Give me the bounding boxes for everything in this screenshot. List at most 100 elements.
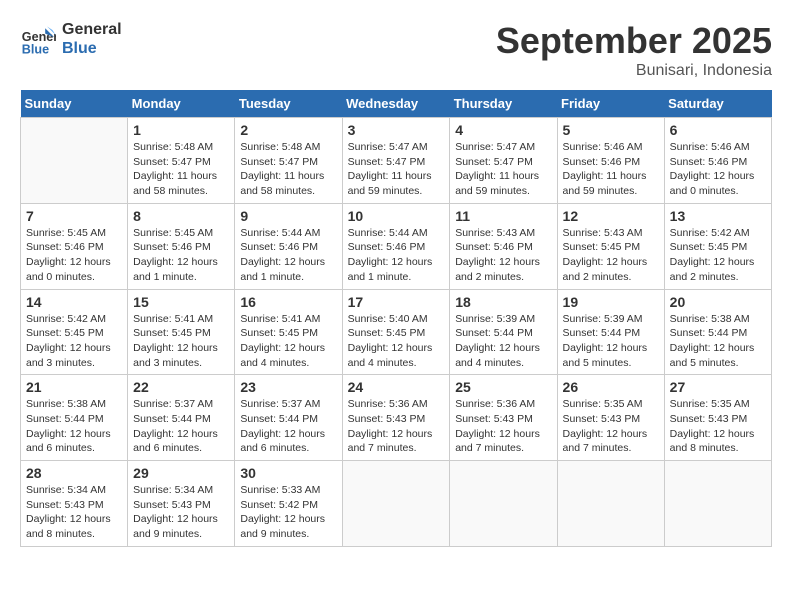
day-info: Sunrise: 5:33 AM Sunset: 5:42 PM Dayligh… xyxy=(240,483,336,542)
day-number: 10 xyxy=(348,208,445,224)
calendar-cell: 29 Sunrise: 5:34 AM Sunset: 5:43 PM Dayli… xyxy=(128,461,235,547)
location: Bunisari, Indonesia xyxy=(496,62,772,80)
calendar-cell: 25 Sunrise: 5:36 AM Sunset: 5:43 PM Dayli… xyxy=(450,375,557,461)
day-info: Sunrise: 5:46 AM Sunset: 5:46 PM Dayligh… xyxy=(670,140,766,199)
day-number: 17 xyxy=(348,294,445,310)
day-info: Sunrise: 5:44 AM Sunset: 5:46 PM Dayligh… xyxy=(240,226,336,285)
day-info: Sunrise: 5:34 AM Sunset: 5:43 PM Dayligh… xyxy=(26,483,122,542)
day-number: 2 xyxy=(240,122,336,138)
calendar-cell: 13Sunrise: 5:42 AM Sunset: 5:45 PM Dayli… xyxy=(664,203,771,289)
header-row: SundayMondayTuesdayWednesdayThursdayFrid… xyxy=(21,90,772,118)
calendar-cell: 19 Sunrise: 5:39 AM Sunset: 5:44 PM Dayli… xyxy=(557,289,664,375)
day-info: Sunrise: 5:48 AM Sunset: 5:47 PM Dayligh… xyxy=(133,140,229,199)
calendar-cell: 7 Sunrise: 5:45 AM Sunset: 5:46 PM Daylig… xyxy=(21,203,128,289)
day-number: 14 xyxy=(26,294,122,310)
day-number: 20 xyxy=(670,294,766,310)
calendar-cell: 11 Sunrise: 5:43 AM Sunset: 5:46 PM Dayli… xyxy=(450,203,557,289)
day-number: 4 xyxy=(455,122,551,138)
day-number: 13 xyxy=(670,208,766,224)
day-number: 23 xyxy=(240,379,336,395)
calendar-cell: 16 Sunrise: 5:41 AM Sunset: 5:45 PM Dayli… xyxy=(235,289,342,375)
day-number: 1 xyxy=(133,122,229,138)
header-sunday: Sunday xyxy=(21,90,128,118)
day-number: 11 xyxy=(455,208,551,224)
day-info: Sunrise: 5:36 AM Sunset: 5:43 PM Dayligh… xyxy=(348,397,445,456)
week-row-2: 14 Sunrise: 5:42 AM Sunset: 5:45 PM Dayli… xyxy=(21,289,772,375)
day-number: 21 xyxy=(26,379,122,395)
day-number: 5 xyxy=(563,122,659,138)
calendar-cell: 12Sunrise: 5:43 AM Sunset: 5:45 PM Dayli… xyxy=(557,203,664,289)
day-info: Sunrise: 5:39 AM Sunset: 5:44 PM Dayligh… xyxy=(455,312,551,371)
day-number: 30 xyxy=(240,465,336,481)
calendar-cell: 20 Sunrise: 5:38 AM Sunset: 5:44 PM Dayli… xyxy=(664,289,771,375)
logo-blue: Blue xyxy=(62,39,122,58)
header-wednesday: Wednesday xyxy=(342,90,450,118)
calendar-cell: 6 Sunrise: 5:46 AM Sunset: 5:46 PM Daylig… xyxy=(664,118,771,204)
page-header: General Blue General Blue September 2025… xyxy=(20,20,772,80)
day-info: Sunrise: 5:48 AM Sunset: 5:47 PM Dayligh… xyxy=(240,140,336,199)
calendar-cell: 5 Sunrise: 5:46 AM Sunset: 5:46 PM Daylig… xyxy=(557,118,664,204)
day-info: Sunrise: 5:41 AM Sunset: 5:45 PM Dayligh… xyxy=(133,312,229,371)
day-number: 9 xyxy=(240,208,336,224)
calendar-cell xyxy=(664,461,771,547)
day-info: Sunrise: 5:46 AM Sunset: 5:46 PM Dayligh… xyxy=(563,140,659,199)
day-info: Sunrise: 5:41 AM Sunset: 5:45 PM Dayligh… xyxy=(240,312,336,371)
week-row-1: 7 Sunrise: 5:45 AM Sunset: 5:46 PM Daylig… xyxy=(21,203,772,289)
calendar-cell: 9 Sunrise: 5:44 AM Sunset: 5:46 PM Daylig… xyxy=(235,203,342,289)
header-monday: Monday xyxy=(128,90,235,118)
svg-text:Blue: Blue xyxy=(22,43,49,57)
day-info: Sunrise: 5:35 AM Sunset: 5:43 PM Dayligh… xyxy=(670,397,766,456)
day-number: 26 xyxy=(563,379,659,395)
logo-icon: General Blue xyxy=(20,21,56,57)
day-info: Sunrise: 5:38 AM Sunset: 5:44 PM Dayligh… xyxy=(26,397,122,456)
day-info: Sunrise: 5:34 AM Sunset: 5:43 PM Dayligh… xyxy=(133,483,229,542)
calendar-cell: 4 Sunrise: 5:47 AM Sunset: 5:47 PM Daylig… xyxy=(450,118,557,204)
calendar-cell: 26 Sunrise: 5:35 AM Sunset: 5:43 PM Dayli… xyxy=(557,375,664,461)
day-info: Sunrise: 5:39 AM Sunset: 5:44 PM Dayligh… xyxy=(563,312,659,371)
week-row-0: 1 Sunrise: 5:48 AM Sunset: 5:47 PM Daylig… xyxy=(21,118,772,204)
calendar-cell xyxy=(450,461,557,547)
logo: General Blue General Blue xyxy=(20,20,122,58)
calendar-cell: 1 Sunrise: 5:48 AM Sunset: 5:47 PM Daylig… xyxy=(128,118,235,204)
calendar-cell: 24 Sunrise: 5:36 AM Sunset: 5:43 PM Dayli… xyxy=(342,375,450,461)
calendar-cell: 28 Sunrise: 5:34 AM Sunset: 5:43 PM Dayli… xyxy=(21,461,128,547)
day-number: 27 xyxy=(670,379,766,395)
week-row-4: 28 Sunrise: 5:34 AM Sunset: 5:43 PM Dayli… xyxy=(21,461,772,547)
day-info: Sunrise: 5:40 AM Sunset: 5:45 PM Dayligh… xyxy=(348,312,445,371)
day-number: 3 xyxy=(348,122,445,138)
day-number: 18 xyxy=(455,294,551,310)
day-number: 28 xyxy=(26,465,122,481)
header-thursday: Thursday xyxy=(450,90,557,118)
day-info: Sunrise: 5:42 AM Sunset: 5:45 PM Dayligh… xyxy=(26,312,122,371)
month-title: September 2025 xyxy=(496,20,772,62)
calendar-cell: 27 Sunrise: 5:35 AM Sunset: 5:43 PM Dayli… xyxy=(664,375,771,461)
calendar-cell xyxy=(21,118,128,204)
day-number: 7 xyxy=(26,208,122,224)
calendar-cell: 30 Sunrise: 5:33 AM Sunset: 5:42 PM Dayli… xyxy=(235,461,342,547)
day-info: Sunrise: 5:47 AM Sunset: 5:47 PM Dayligh… xyxy=(455,140,551,199)
day-info: Sunrise: 5:43 AM Sunset: 5:46 PM Dayligh… xyxy=(455,226,551,285)
day-number: 6 xyxy=(670,122,766,138)
day-number: 29 xyxy=(133,465,229,481)
day-info: Sunrise: 5:36 AM Sunset: 5:43 PM Dayligh… xyxy=(455,397,551,456)
calendar-cell: 8Sunrise: 5:45 AM Sunset: 5:46 PM Daylig… xyxy=(128,203,235,289)
day-number: 24 xyxy=(348,379,445,395)
week-row-3: 21 Sunrise: 5:38 AM Sunset: 5:44 PM Dayli… xyxy=(21,375,772,461)
day-info: Sunrise: 5:44 AM Sunset: 5:46 PM Dayligh… xyxy=(348,226,445,285)
day-number: 16 xyxy=(240,294,336,310)
day-info: Sunrise: 5:38 AM Sunset: 5:44 PM Dayligh… xyxy=(670,312,766,371)
calendar-cell: 15 Sunrise: 5:41 AM Sunset: 5:45 PM Dayli… xyxy=(128,289,235,375)
calendar-cell: 3 Sunrise: 5:47 AM Sunset: 5:47 PM Daylig… xyxy=(342,118,450,204)
calendar-cell: 21 Sunrise: 5:38 AM Sunset: 5:44 PM Dayli… xyxy=(21,375,128,461)
calendar-cell: 22Sunrise: 5:37 AM Sunset: 5:44 PM Dayli… xyxy=(128,375,235,461)
day-number: 19 xyxy=(563,294,659,310)
day-info: Sunrise: 5:45 AM Sunset: 5:46 PM Dayligh… xyxy=(26,226,122,285)
calendar-cell: 10 Sunrise: 5:44 AM Sunset: 5:46 PM Dayli… xyxy=(342,203,450,289)
day-info: Sunrise: 5:35 AM Sunset: 5:43 PM Dayligh… xyxy=(563,397,659,456)
header-friday: Friday xyxy=(557,90,664,118)
calendar-cell xyxy=(557,461,664,547)
day-info: Sunrise: 5:47 AM Sunset: 5:47 PM Dayligh… xyxy=(348,140,445,199)
calendar-cell: 18 Sunrise: 5:39 AM Sunset: 5:44 PM Dayli… xyxy=(450,289,557,375)
day-number: 25 xyxy=(455,379,551,395)
day-number: 15 xyxy=(133,294,229,310)
